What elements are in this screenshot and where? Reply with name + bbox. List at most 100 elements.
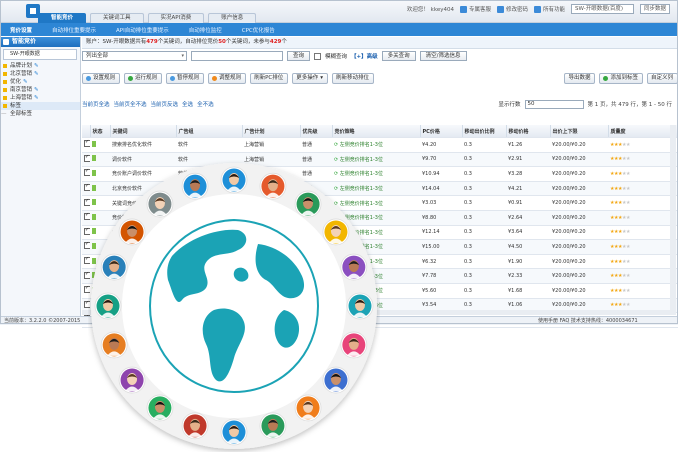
fuzzy-checkbox[interactable]: [314, 52, 322, 60]
sidebar-item-beijing[interactable]: 北京营销 ✎: [0, 70, 80, 78]
star-icon: ★: [625, 229, 630, 236]
account-select[interactable]: SW-开眼数据(百度): [571, 4, 634, 14]
refresh-pc-rank-button[interactable]: 刷新PC排位: [250, 72, 289, 84]
batch-select-row: 当前页全选 当前页全不选 当前页反选 全选 全不选 显示行数 50 第 1 页，…: [82, 99, 678, 109]
search-button[interactable]: 查询: [287, 51, 311, 61]
subnav-rank-monitor[interactable]: 自动排位监控: [179, 26, 232, 34]
row-pc-price: ¥4.20: [420, 137, 462, 153]
tab-account-info[interactable]: 账户信息: [208, 13, 257, 23]
row-keyword: 搜索排名优化软件: [110, 137, 176, 153]
row-mobile-ratio: 0.3: [462, 166, 506, 182]
pause-rule-button[interactable]: 暂停规则: [166, 72, 205, 84]
row-quality: ★★★★★: [608, 137, 678, 153]
sidebar-item-brand[interactable]: 品牌计划 ✎: [0, 62, 80, 70]
run-rule-button[interactable]: 运行规则: [124, 72, 163, 84]
all-features-link[interactable]: 所有功能: [533, 5, 565, 13]
col-pc-price[interactable]: PC价格: [420, 125, 463, 138]
edit-icon[interactable]: ✎: [23, 79, 28, 85]
advanced-search-link[interactable]: 【+】高级: [351, 52, 378, 60]
avatar: [294, 190, 322, 218]
export-button[interactable]: 导出数据: [564, 72, 596, 84]
multi-search-button[interactable]: 多关查询: [381, 51, 416, 61]
add-to-tag-button[interactable]: 添加到标签: [599, 72, 643, 84]
subnav-cpc-report[interactable]: CPC优化报告: [232, 26, 285, 34]
col-quality[interactable]: 质量度: [608, 125, 678, 138]
select-page-invert[interactable]: 当前页反选: [151, 100, 179, 108]
row-checkbox[interactable]: [82, 137, 90, 153]
adjust-rule-button[interactable]: 调整规则: [208, 72, 247, 84]
tab-smart-bidding[interactable]: 智能竞价: [38, 13, 87, 23]
edit-icon[interactable]: ✎: [34, 87, 39, 93]
col-plan[interactable]: 广告计划: [242, 125, 301, 138]
col-group[interactable]: 广告组: [176, 125, 243, 138]
clear-filter-button[interactable]: 清空/筛选信息: [419, 51, 467, 61]
subnav-bid-settings[interactable]: 竞价设置: [0, 26, 42, 34]
page-info: 第 1 页，共 479 行，第 1 - 50 行: [587, 102, 672, 108]
row-bid-range: ¥20.00/¥0.20: [550, 166, 608, 182]
plus-icon: [603, 75, 609, 81]
avatar: [118, 218, 146, 246]
sidebar-account[interactable]: SW-开眼数据: [3, 49, 77, 60]
row-bid-range: ¥20.00/¥0.20: [550, 181, 608, 197]
avatar: [294, 394, 322, 422]
star-icon: ★: [625, 185, 630, 192]
row-mobile-ratio: 0.3: [462, 210, 506, 226]
sidebar-item-optimize[interactable]: 优化 ✎: [0, 78, 80, 86]
filter-select[interactable]: 列出全部: [82, 51, 187, 61]
vertical-scrollbar[interactable]: [670, 125, 676, 315]
page-size-select[interactable]: 50: [524, 99, 584, 109]
globe-avatar-illustration: [88, 160, 380, 452]
sidebar-item-tags[interactable]: 标签: [0, 102, 80, 110]
row-pc-price: ¥12.14: [420, 225, 462, 241]
sidebar-item-shanghai[interactable]: 上海营销 ✎: [0, 94, 80, 102]
row-mobile-price: ¥3.64: [506, 225, 550, 241]
more-actions-button[interactable]: 更多操作 ▾: [292, 72, 329, 84]
play-icon: [128, 75, 134, 81]
set-rule-button[interactable]: 设置规则: [82, 72, 121, 84]
row-bid-range: ¥20.00/¥0.20: [550, 254, 608, 270]
subnav-api-rank-tips[interactable]: API自动排位重要提示: [106, 26, 179, 34]
keyword-search-input[interactable]: [191, 51, 283, 61]
select-all[interactable]: 全选: [182, 100, 193, 108]
support-link[interactable]: 专属客服: [459, 5, 491, 13]
custom-columns-button[interactable]: 自定义列: [646, 72, 678, 84]
edit-icon[interactable]: ✎: [34, 71, 39, 77]
select-page-none[interactable]: 当前页全不选: [114, 100, 147, 108]
edit-icon[interactable]: ✎: [34, 63, 39, 69]
sidebar-item-all-tags[interactable]: 全部标签: [0, 110, 80, 118]
row-quality: ★★★★★: [608, 210, 678, 226]
pager: 显示行数 50 第 1 页，共 479 行，第 1 - 50 行: [499, 99, 678, 109]
col-keyword[interactable]: 关键词: [110, 125, 177, 138]
row-mobile-ratio: 0.3: [462, 181, 506, 197]
password-link[interactable]: 修改密码: [496, 5, 528, 13]
support-text[interactable]: 使用手册 FAQ 技术支持热线：4000034671: [538, 317, 638, 325]
refresh-mobile-rank-button[interactable]: 刷新移动排位: [332, 72, 375, 84]
row-bid-range: ¥20.00/¥0.20: [550, 239, 608, 255]
sync-button[interactable]: 同步数据: [639, 4, 670, 14]
checkbox[interactable]: [84, 139, 90, 148]
col-mobile-price[interactable]: 移动价格: [506, 125, 551, 138]
col-mobile-ratio[interactable]: 移动出价比例: [462, 125, 507, 138]
col-priority[interactable]: 优先级: [300, 125, 333, 138]
welcome-text: 欢迎您！ kkey404: [406, 7, 454, 13]
col-status[interactable]: 状态: [90, 125, 111, 138]
row-mobile-ratio: 0.3: [462, 152, 506, 168]
col-strategy[interactable]: 竞价策略: [332, 125, 421, 138]
select-page-all[interactable]: 当前页全选: [82, 100, 110, 108]
select-none[interactable]: 全不选: [197, 100, 214, 108]
tab-keyword-tools[interactable]: 关键词工具: [90, 13, 144, 23]
sidebar-item-nanjing[interactable]: 南京营销 ✎: [0, 86, 80, 94]
avatar: [118, 366, 146, 394]
tab-api-consumption[interactable]: 实况API消费: [147, 13, 205, 23]
avatar: [259, 412, 287, 440]
subnav-auto-rank-tips[interactable]: 自动排位重要提示: [42, 26, 106, 34]
table-row[interactable]: 搜索排名优化软件软件上海营销普通⟳ 左侧竞价排名1-3位¥4.200.3¥1.2…: [82, 137, 678, 153]
edit-icon[interactable]: ✎: [34, 95, 39, 101]
col-check[interactable]: [82, 125, 91, 138]
row-mobile-price: ¥1.90: [506, 254, 550, 270]
row-pc-price: ¥14.04: [420, 181, 462, 197]
status-icon: [92, 140, 96, 147]
row-mobile-ratio: 0.3: [462, 195, 506, 211]
col-bid-range[interactable]: 出价上下限: [550, 125, 609, 138]
action-toolbar: 设置规则 运行规则 暂停规则 调整规则 刷新PC排位 更多操作 ▾ 刷新移动排位 …: [82, 72, 678, 84]
